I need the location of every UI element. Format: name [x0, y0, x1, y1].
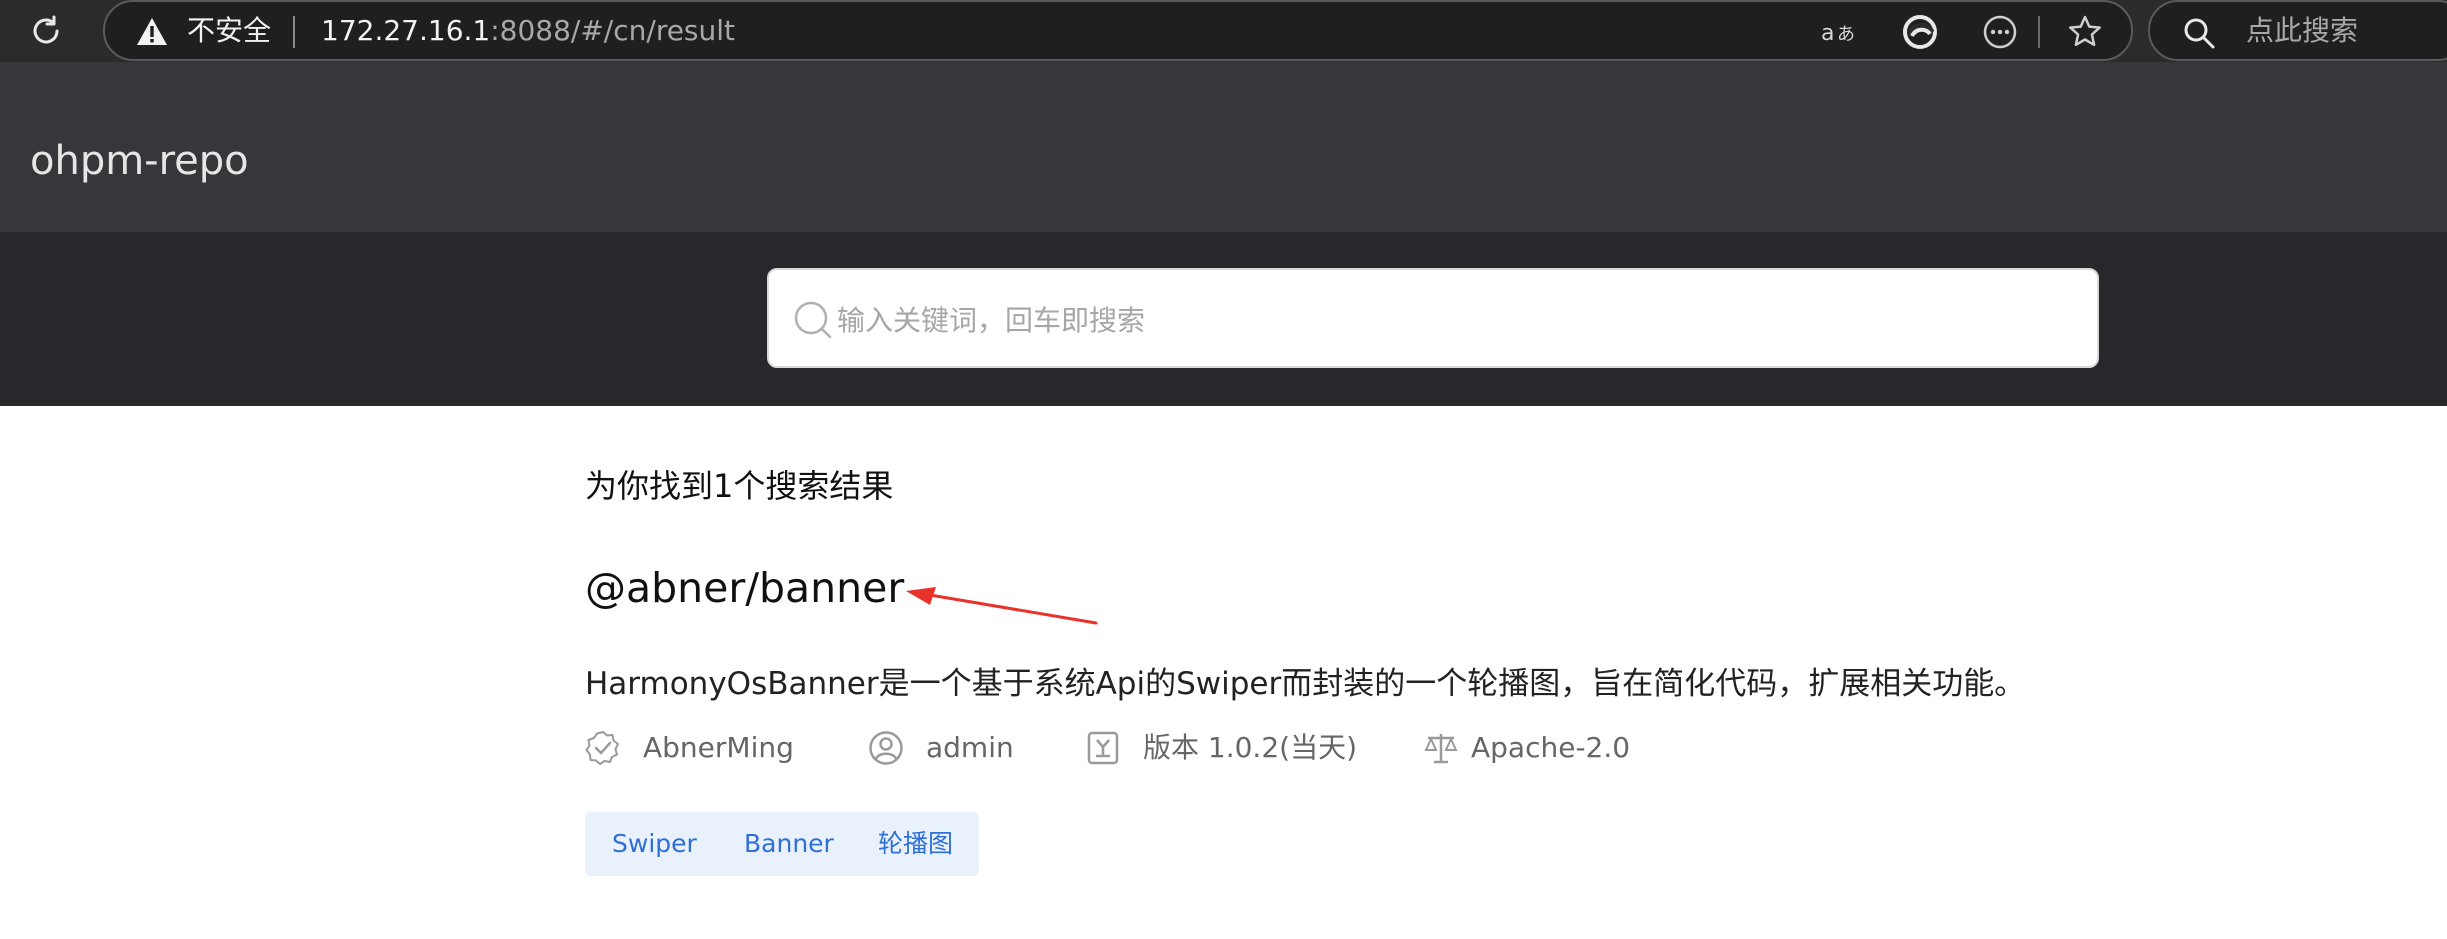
- user-icon: [869, 731, 903, 765]
- search-band: [0, 232, 2447, 406]
- annotation-arrow-icon: [906, 587, 1098, 625]
- url-path: :8088/#/cn/result: [490, 14, 736, 47]
- svg-text:あ: あ: [1837, 24, 1855, 45]
- search-icon: [794, 301, 832, 339]
- browser-search-box[interactable]: 点此搜索: [2148, 0, 2447, 61]
- edge-copilot-icon: [1903, 15, 1937, 49]
- search-input[interactable]: [837, 292, 2067, 348]
- favorite-star-icon: [2069, 15, 2101, 47]
- search-box[interactable]: [767, 268, 2099, 368]
- package-description: HarmonyOsBanner是一个基于系统Api的Swiper而封装的一个轮播…: [585, 666, 2026, 702]
- site-header: ohpm-repo: [0, 62, 2447, 232]
- read-aloud-button[interactable]: a あ: [1818, 12, 1862, 52]
- license-scale-icon: [1424, 734, 1458, 764]
- tag-carousel[interactable]: 轮播图: [878, 828, 953, 860]
- url-host: 172.27.16.1: [321, 14, 491, 47]
- address-bar[interactable]: 不安全 172.27.16.1:8088/#/cn/result a あ: [103, 0, 2133, 61]
- reload-icon: [33, 15, 59, 44]
- version-icon: [1087, 731, 1119, 765]
- license-text: Apache-2.0: [1471, 731, 1631, 764]
- package-meta: AbnerMing admin 版本 1.0.2(当天) Apache-2.0: [585, 726, 1785, 770]
- svg-text:a: a: [1821, 21, 1834, 46]
- security-status-label[interactable]: 不安全: [187, 14, 271, 48]
- tag-banner[interactable]: Banner: [744, 828, 834, 860]
- verified-badge-icon: [585, 731, 619, 765]
- favorite-button[interactable]: [2063, 12, 2107, 52]
- owner-name[interactable]: admin: [926, 730, 1014, 766]
- read-aloud-icon: a あ: [1821, 21, 1855, 46]
- toolbar-divider: [2038, 16, 2040, 48]
- package-name-link[interactable]: @abner/banner: [585, 562, 904, 614]
- version-meta: 版本 1.0.2(当天): [1085, 726, 1357, 770]
- address-divider: [293, 16, 295, 48]
- reload-button[interactable]: [22, 9, 70, 53]
- more-options-button[interactable]: [1978, 12, 2022, 52]
- more-options-icon: [1983, 15, 2017, 49]
- license-meta: Apache-2.0: [1423, 726, 1630, 770]
- tag-swiper[interactable]: Swiper: [612, 828, 697, 860]
- publisher-name[interactable]: AbnerMing: [643, 730, 794, 766]
- site-logo[interactable]: ohpm-repo: [30, 138, 249, 184]
- copilot-button[interactable]: [1898, 12, 1942, 52]
- url-text[interactable]: 172.27.16.1:8088/#/cn/result: [321, 14, 735, 48]
- warning-triangle-icon: [137, 18, 167, 45]
- publisher-meta: AbnerMing: [585, 726, 794, 770]
- browser-toolbar: 不安全 172.27.16.1:8088/#/cn/result a あ 点此搜…: [0, 0, 2447, 62]
- owner-meta: admin: [868, 726, 1014, 770]
- search-icon: [2184, 18, 2215, 49]
- result-summary: 为你找到1个搜索结果: [585, 467, 894, 505]
- tag-list: Swiper Banner 轮播图: [585, 812, 979, 876]
- version-text: 版本 1.0.2(当天): [1143, 731, 1357, 764]
- browser-search-placeholder: 点此搜索: [2246, 14, 2359, 47]
